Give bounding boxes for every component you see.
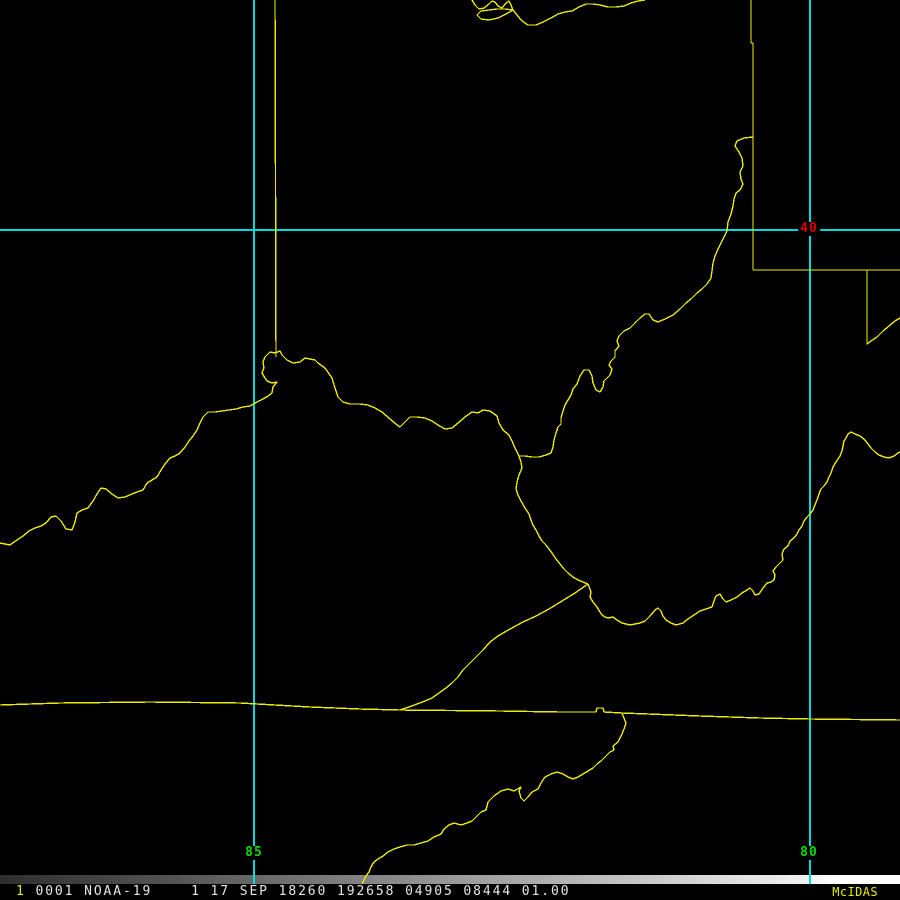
boundary-sandusky-bay	[476, 8, 514, 21]
boundary-ohio-river-upper	[519, 136, 754, 458]
boundary-kentucky-virginia-border	[399, 583, 589, 711]
map-grid-overlay	[0, 0, 900, 888]
boundary-big-sandy-river	[515, 455, 589, 585]
image-info-text: 0001 NOAA-19 1 17 SEP 18260 192658 04905…	[25, 884, 571, 899]
boundary-ohio-river-lower	[0, 350, 520, 546]
boundary-virginia-westvirginia-border	[587, 431, 900, 626]
frame-number: 1	[16, 884, 26, 899]
boundary-lake-erie-shore-west	[471, 0, 514, 11]
status-bar: 1 0001 NOAA-19 1 17 SEP 18260 192658 049…	[0, 884, 900, 900]
boundary-tennessee-northcarolina-border	[360, 712, 627, 888]
image-status-text: 1 0001 NOAA-19 1 17 SEP 18260 192658 049…	[16, 884, 570, 900]
mcidas-image-window[interactable]: 40 85 80 1 0001 NOAA-19 1 17 SEP 18260 192…	[0, 0, 900, 900]
mcidas-brand: McIDAS	[832, 885, 878, 899]
boundary-kentucky-tennessee-virginia-northcarolina-border	[0, 701, 900, 721]
boundary-indiana-ohio-border	[274, 0, 277, 358]
boundary-lake-erie-shore-east	[512, 0, 646, 26]
boundary-maryland-west-border-potomac	[866, 270, 900, 345]
